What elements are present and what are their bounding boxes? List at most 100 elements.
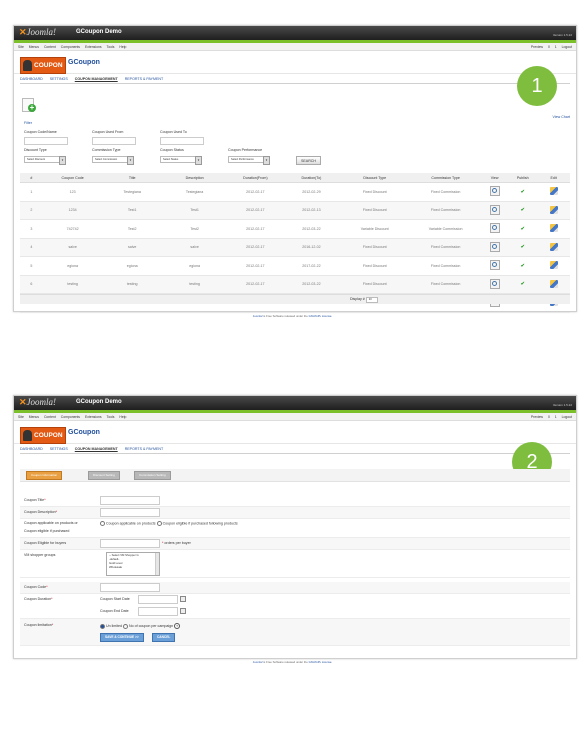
menu-help[interactable]: Help	[119, 45, 126, 49]
used-to-input[interactable]	[160, 137, 204, 145]
cancel-button[interactable]: CANCEL	[152, 633, 176, 642]
col-commission-type[interactable]: Commission Type	[410, 173, 482, 183]
logout-link[interactable]: Logout	[562, 415, 572, 419]
menu-site[interactable]: Site	[18, 45, 24, 49]
view-chart-link[interactable]: View Chart	[552, 115, 570, 119]
used-from-input[interactable]	[92, 137, 136, 145]
magnifier-icon[interactable]	[489, 204, 500, 215]
shopper-option[interactable]: Wholesale	[107, 565, 159, 569]
footer-joomla-link[interactable]: Joomla!	[253, 314, 263, 318]
edit-pencil-icon[interactable]	[549, 224, 558, 233]
add-coupon-icon[interactable]: +	[22, 98, 36, 112]
published-check-icon[interactable]: ✔	[521, 281, 525, 287]
users-count[interactable]: 1	[555, 45, 557, 49]
footer-license-link[interactable]: GNU/GPL License.	[309, 660, 333, 664]
step-commission-setting[interactable]: Commission Setting	[134, 471, 171, 480]
cell-publish: ✔	[508, 201, 538, 220]
magnifier-icon[interactable]	[489, 260, 500, 271]
footer-joomla-link[interactable]: Joomla!	[253, 660, 263, 664]
col-title[interactable]: Title	[102, 173, 162, 183]
calendar-icon[interactable]	[180, 596, 186, 602]
published-check-icon[interactable]: ✔	[521, 189, 525, 195]
tab-settings[interactable]: SETTINGS	[50, 447, 68, 451]
preview-link[interactable]: Preview	[531, 45, 543, 49]
tab-coupon-management[interactable]: COUPON MANAGEMENT	[75, 447, 118, 451]
published-check-icon[interactable]: ✔	[521, 207, 525, 213]
menu-tools[interactable]: Tools	[107, 415, 115, 419]
limit-radio-per-campaign[interactable]	[122, 623, 128, 629]
footer-license-link[interactable]: GNU/GPL License.	[309, 314, 333, 318]
tab-dashboard[interactable]: DASHBOARD	[20, 77, 43, 81]
col-description[interactable]: Description	[161, 173, 228, 183]
col-discount-type[interactable]: Discount Type	[339, 173, 411, 183]
menu-components[interactable]: Components	[61, 415, 80, 419]
tab-settings[interactable]: SETTINGS	[50, 77, 68, 81]
menu-site[interactable]: Site	[18, 415, 24, 419]
commission-type-select[interactable]: Select Commission ▾	[92, 156, 134, 165]
tab-dashboard[interactable]: DASHBOARD	[20, 447, 43, 451]
menu-menus[interactable]: Menus	[29, 45, 39, 49]
applicable-radio-purchased[interactable]	[156, 521, 162, 526]
cell-number: 2	[20, 201, 43, 220]
col-coupon-code[interactable]: Coupon Code	[42, 173, 103, 183]
menu-tools[interactable]: Tools	[107, 45, 115, 49]
magnifier-icon[interactable]	[489, 241, 500, 252]
published-check-icon[interactable]: ✔	[521, 226, 525, 232]
end-date-input[interactable]	[138, 607, 178, 616]
magnifier-icon[interactable]	[489, 278, 500, 289]
coupon-description-input[interactable]	[100, 508, 160, 517]
coupon-performance-select[interactable]: Select Performance ▾	[228, 156, 270, 165]
discount-type-select[interactable]: Select Discount ▾	[24, 156, 66, 165]
listbox-scrollbar[interactable]	[155, 553, 159, 575]
cell-view	[481, 182, 509, 202]
tab-coupon-management[interactable]: COUPON MANAGEMENT	[75, 77, 118, 81]
shopper-groups-listbox[interactable]: -- Select VM Shopper G -default- Gold Le…	[106, 552, 160, 576]
preview-link[interactable]: Preview	[531, 415, 543, 419]
menu-help[interactable]: Help	[119, 415, 126, 419]
search-button[interactable]: SEARCH	[296, 156, 321, 165]
col-duration-from[interactable]: Duration(From)	[227, 173, 284, 183]
step-discount-setting[interactable]: Discount Setting	[88, 471, 120, 480]
help-icon[interactable]: ?	[174, 623, 181, 629]
coupon-code-input[interactable]	[100, 583, 160, 592]
edit-pencil-icon[interactable]	[549, 242, 558, 251]
cell-title: Test1	[102, 201, 162, 220]
eligible-buyers-input[interactable]	[100, 539, 160, 548]
display-count-select[interactable]: 20	[365, 297, 378, 303]
published-check-icon[interactable]: ✔	[521, 244, 525, 250]
menu-extensions[interactable]: Extensions	[85, 415, 102, 419]
applicable-radio-products[interactable]	[100, 521, 105, 526]
published-check-icon[interactable]: ✔	[521, 263, 525, 269]
users-count[interactable]: 1	[555, 415, 557, 419]
edit-pencil-icon[interactable]	[549, 261, 558, 270]
save-continue-button[interactable]: SAVE & CONTINUE >>	[100, 633, 144, 642]
start-date-input[interactable]	[138, 595, 178, 604]
menu-content[interactable]: Content	[44, 415, 56, 419]
magnifier-icon[interactable]	[489, 186, 500, 197]
coupon-status-select[interactable]: Select Status ▾	[160, 156, 202, 165]
messages-count[interactable]: 0	[548, 415, 550, 419]
calendar-icon[interactable]	[180, 608, 186, 614]
messages-count[interactable]: 0	[548, 45, 550, 49]
tab-reports-payment[interactable]: REPORTS & PAYMENT	[125, 447, 164, 451]
coupon-code-input[interactable]	[24, 137, 68, 145]
menu-extensions[interactable]: Extensions	[85, 45, 102, 49]
menu-menus[interactable]: Menus	[29, 415, 39, 419]
coupon-title-input[interactable]	[100, 496, 160, 505]
edit-pencil-icon[interactable]	[549, 279, 558, 288]
coupon-code-row: Coupon Code*	[20, 582, 570, 594]
menu-components[interactable]: Components	[61, 45, 80, 49]
edit-pencil-icon[interactable]	[549, 187, 558, 196]
cell-commission-type: Fixed Commission	[410, 238, 482, 257]
menu-content[interactable]: Content	[44, 45, 56, 49]
logout-link[interactable]: Logout	[562, 45, 572, 49]
cell-edit	[537, 238, 570, 257]
col-number[interactable]: #	[20, 173, 43, 183]
edit-pencil-icon[interactable]	[549, 205, 558, 214]
step-coupon-information[interactable]: Coupon information	[26, 471, 63, 480]
limit-radio-unlimited[interactable]	[100, 623, 105, 629]
cell-edit	[537, 201, 570, 220]
col-duration-to[interactable]: Duration(To)	[283, 173, 340, 183]
magnifier-icon[interactable]	[489, 223, 500, 234]
tab-reports-payment[interactable]: REPORTS & PAYMENT	[125, 77, 164, 81]
